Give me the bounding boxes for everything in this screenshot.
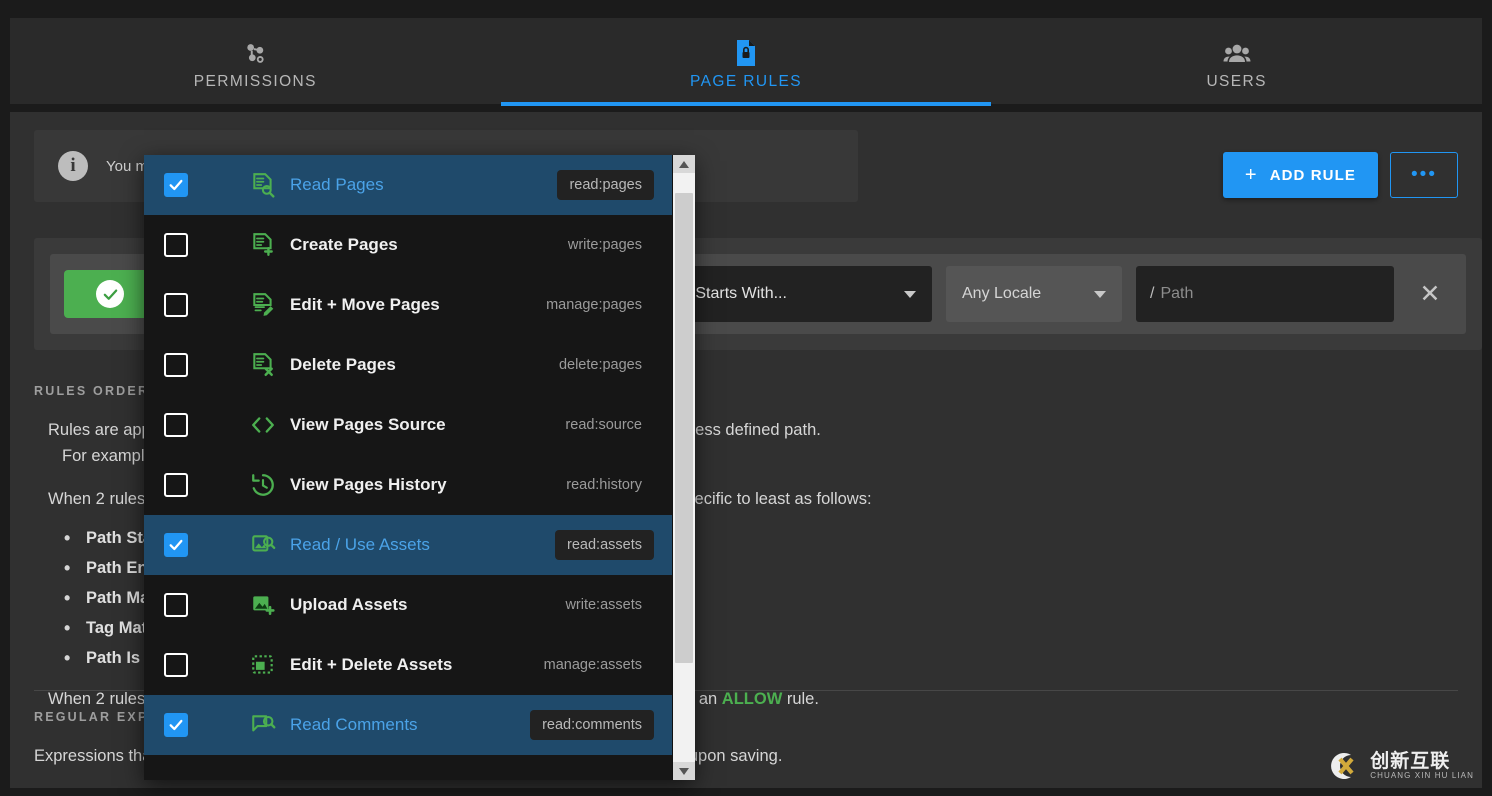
page-search-icon xyxy=(250,172,276,198)
page-delete-icon xyxy=(250,352,276,378)
tab-page-rules[interactable]: PAGE RULES xyxy=(501,18,992,104)
permission-label: Edit + Delete Assets xyxy=(290,655,452,675)
dots-icon: ••• xyxy=(1411,164,1437,186)
tab-bar: PERMISSIONS PAGE RULES xyxy=(10,18,1482,104)
permission-option-write-assets[interactable]: Upload Assets write:assets xyxy=(144,575,672,635)
chevron-down-icon xyxy=(1094,291,1106,298)
permission-option-manage-pages[interactable]: Edit + Move Pages manage:pages xyxy=(144,275,672,335)
permission-scope-chip: delete:pages xyxy=(547,350,654,380)
permission-checkbox[interactable] xyxy=(164,473,188,497)
permissions-dropdown[interactable]: Read Pages read:pages Create Pages write:p… xyxy=(144,155,694,780)
rule-allow-toggle[interactable] xyxy=(64,270,156,318)
permission-scope-chip: manage:pages xyxy=(534,290,654,320)
permission-option-delete-pages[interactable]: Delete Pages delete:pages xyxy=(144,335,672,395)
watermark-cn: 创新互联 xyxy=(1370,752,1474,772)
history-clock-icon xyxy=(250,472,276,498)
permission-label: Read Pages xyxy=(290,175,384,195)
permission-checkbox[interactable] xyxy=(164,413,188,437)
permission-scope-chip: read:history xyxy=(554,470,654,500)
permission-checkbox[interactable] xyxy=(164,173,188,197)
rule-delete-button[interactable]: ✕ xyxy=(1408,279,1452,309)
watermark-py: CHUANG XIN HU LIAN xyxy=(1370,772,1474,780)
image-plus-icon xyxy=(250,592,276,618)
tab-permissions[interactable]: PERMISSIONS xyxy=(10,18,501,104)
permission-label: Edit + Move Pages xyxy=(290,295,440,315)
permission-option-read-pages[interactable]: Read Pages read:pages xyxy=(144,155,672,215)
permission-checkbox[interactable] xyxy=(164,353,188,377)
permission-scope-chip: read:pages xyxy=(557,170,654,200)
permission-scope-chip: read:source xyxy=(553,410,654,440)
permission-label: View Pages Source xyxy=(290,415,446,435)
permission-checkbox[interactable] xyxy=(164,293,188,317)
scroll-up-arrow-icon[interactable] xyxy=(673,155,695,173)
code-brackets-icon xyxy=(250,412,276,438)
rule-path-input[interactable]: / Path xyxy=(1136,266,1394,322)
path-prefix: / xyxy=(1150,285,1154,303)
permission-label: Delete Pages xyxy=(290,355,396,375)
plus-icon: + xyxy=(1245,165,1258,185)
permission-checkbox[interactable] xyxy=(164,593,188,617)
permission-label: Read Comments xyxy=(290,715,418,735)
permission-label: Read / Use Assets xyxy=(290,535,430,555)
scroll-down-arrow-icon[interactable] xyxy=(673,762,695,780)
add-rule-label: ADD RULE xyxy=(1270,167,1356,184)
permission-option-read-assets[interactable]: Read / Use Assets read:assets xyxy=(144,515,672,575)
scrollbar-track[interactable] xyxy=(673,173,695,762)
permission-label: Upload Assets xyxy=(290,595,407,615)
toolbar-actions: + ADD RULE ••• xyxy=(1223,152,1458,198)
path-placeholder: Path xyxy=(1160,285,1193,303)
page-lock-icon xyxy=(734,37,758,67)
permission-label: Create Pages xyxy=(290,235,398,255)
image-search-icon xyxy=(250,532,276,558)
tab-page-rules-label: PAGE RULES xyxy=(690,73,802,91)
add-rule-button[interactable]: + ADD RULE xyxy=(1223,152,1378,198)
permission-option-read-history[interactable]: View Pages History read:history xyxy=(144,455,672,515)
check-circle-icon xyxy=(96,280,124,308)
allow-keyword: ALLOW xyxy=(722,690,782,708)
permission-option-read-comments[interactable]: Read Comments read:comments xyxy=(144,695,672,755)
permissions-dropdown-list[interactable]: Read Pages read:pages Create Pages write:p… xyxy=(144,155,672,780)
permission-scope-chip: read:comments xyxy=(530,710,654,740)
scrollbar-thumb[interactable] xyxy=(675,193,693,663)
app-root: PERMISSIONS PAGE RULES xyxy=(0,0,1492,796)
permission-label: View Pages History xyxy=(290,475,447,495)
tab-users[interactable]: USERS xyxy=(991,18,1482,104)
permission-checkbox[interactable] xyxy=(164,233,188,257)
permission-checkbox[interactable] xyxy=(164,653,188,677)
page-plus-icon xyxy=(250,232,276,258)
image-dashed-icon xyxy=(250,652,276,678)
permission-option-write-pages[interactable]: Create Pages write:pages xyxy=(144,215,672,275)
users-icon xyxy=(1223,37,1251,67)
permission-option-manage-assets[interactable]: Edit + Delete Assets manage:assets xyxy=(144,635,672,695)
permission-scope-chip: read:assets xyxy=(555,530,654,560)
chevron-down-icon xyxy=(904,291,916,298)
tab-users-label: USERS xyxy=(1206,73,1266,91)
page-edit-icon xyxy=(250,292,276,318)
rule-locale-value: Any Locale xyxy=(962,285,1041,303)
comment-search-icon xyxy=(250,712,276,738)
rule-locale-select[interactable]: Any Locale xyxy=(946,266,1122,322)
permission-scope-chip: write:assets xyxy=(553,590,654,620)
more-options-button[interactable]: ••• xyxy=(1390,152,1458,198)
dropdown-scrollbar[interactable] xyxy=(672,155,694,780)
permission-scope-chip: write:pages xyxy=(556,230,654,260)
nodes-icon xyxy=(242,37,268,67)
watermark-text: 创新互联 CHUANG XIN HU LIAN xyxy=(1370,752,1474,780)
tab-permissions-label: PERMISSIONS xyxy=(194,73,317,91)
close-icon: ✕ xyxy=(1420,279,1441,309)
cx-logo-icon xyxy=(1325,748,1361,784)
permission-checkbox[interactable] xyxy=(164,713,188,737)
line4-part-c: rule. xyxy=(782,690,819,708)
permission-checkbox[interactable] xyxy=(164,533,188,557)
permission-scope-chip: manage:assets xyxy=(532,650,654,680)
info-icon: i xyxy=(58,151,88,181)
watermark: 创新互联 CHUANG XIN HU LIAN xyxy=(1325,748,1474,784)
permission-option-read-source[interactable]: View Pages Source read:source xyxy=(144,395,672,455)
